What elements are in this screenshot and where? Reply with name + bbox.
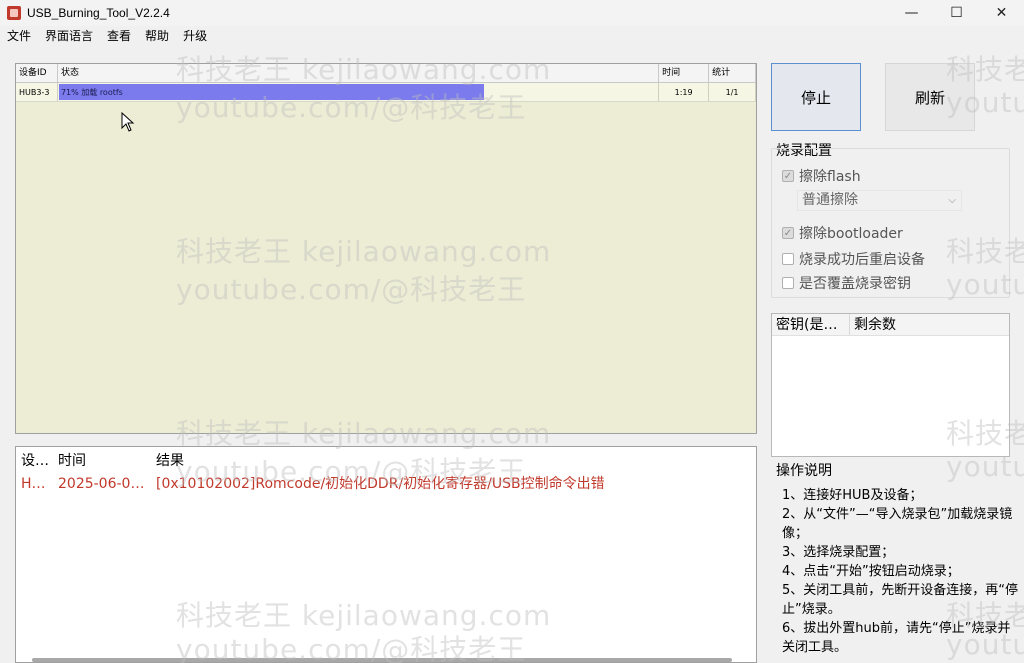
checkbox-unchecked-icon [782, 277, 794, 289]
maximize-button[interactable]: ☐ [934, 0, 979, 26]
log-time-cell: 2025-06-0… [58, 476, 145, 492]
device-id-cell: HUB3-3 [16, 83, 58, 101]
title-bar: USB_Burning_Tool_V2.2.4 — ☐ ✕ [0, 0, 1024, 26]
header-device-id[interactable]: 设备ID [16, 64, 58, 82]
instruction-item: 6、拔出外置hub前，请先“停止”烧录并关闭工具。 [782, 621, 1011, 655]
header-count[interactable]: 统计 [709, 64, 756, 82]
menu-language[interactable]: 界面语言 [38, 26, 100, 46]
overwrite-key-checkbox[interactable]: 是否覆盖烧录密钥 [782, 273, 911, 293]
header-state[interactable]: 状态 [58, 64, 660, 82]
table-row[interactable]: HUB3-3 71% 加载 rootfs 1:19 1/1 [16, 83, 757, 102]
instruction-item: 1、连接好HUB及设备； [782, 488, 923, 503]
time-cell: 1:19 [659, 83, 710, 101]
erase-flash-checkbox[interactable]: ✓ 擦除flash [782, 166, 861, 186]
reboot-after-label: 烧录成功后重启设备 [799, 252, 925, 268]
key-header-key[interactable]: 密钥(是… [772, 314, 850, 335]
log-result-cell: [0x10102002]Romcode/初始化DDR/初始化寄存器/USB控制命… [156, 476, 605, 492]
log-header: 设… 时间 结果 [16, 449, 756, 473]
device-table-header: 设备ID 状态 时间 统计 [16, 64, 756, 83]
log-header-time[interactable]: 时间 [53, 449, 151, 473]
header-time[interactable]: 时间 [659, 64, 710, 82]
log-row[interactable]: H… 2025-06-0… [0x10102002]Romcode/初始化DDR… [16, 473, 756, 495]
instruction-item: 4、点击“开始”按钮启动烧录； [782, 564, 960, 579]
progress-text: 71% 加载 rootfs [60, 88, 123, 97]
window-title: USB_Burning_Tool_V2.2.4 [27, 6, 170, 20]
chevron-down-icon: ⌵ [948, 195, 956, 206]
erase-bootloader-checkbox[interactable]: ✓ 擦除bootloader [782, 223, 903, 243]
log-device-cell: H… [21, 476, 46, 492]
erase-flash-label: 擦除flash [799, 169, 861, 185]
stop-button[interactable]: 停止 [771, 63, 861, 131]
app-icon [7, 6, 21, 20]
count-cell: 1/1 [709, 83, 757, 101]
menu-view[interactable]: 查看 [100, 26, 138, 46]
menu-upgrade[interactable]: 升级 [176, 26, 214, 46]
checkbox-checked-icon: ✓ [782, 227, 794, 239]
instruction-item: 3、选择烧录配置； [782, 545, 895, 560]
horizontal-scrollbar[interactable] [32, 658, 732, 662]
log-header-result[interactable]: 结果 [151, 449, 756, 473]
log-panel[interactable]: 设… 时间 结果 H… 2025-06-0… [0x10102002]Romco… [15, 446, 757, 663]
erase-mode-select[interactable]: 普通擦除 ⌵ [797, 190, 962, 211]
menu-file[interactable]: 文件 [0, 26, 38, 46]
erase-bootloader-label: 擦除bootloader [799, 226, 903, 242]
close-button[interactable]: ✕ [979, 0, 1024, 26]
refresh-button[interactable]: 刷新 [885, 63, 975, 131]
menu-help[interactable]: 帮助 [138, 26, 176, 46]
log-header-device[interactable]: 设… [16, 449, 53, 473]
instruction-item: 5、关闭工具前，先断开设备连接，再“停止”烧录。 [782, 583, 1019, 617]
checkbox-unchecked-icon [782, 253, 794, 265]
instruction-item: 2、从“文件”—“导入烧录包”加载烧录镜像； [782, 507, 1013, 541]
progress-cell: 71% 加载 rootfs [58, 83, 660, 101]
instructions-title: 操作说明 [776, 463, 832, 479]
key-table-header: 密钥(是… 剩余数 [772, 314, 1009, 336]
erase-mode-value: 普通擦除 [802, 192, 858, 208]
checkbox-checked-icon: ✓ [782, 170, 794, 182]
menu-bar: 文件 界面语言 查看 帮助 升级 [0, 26, 1024, 46]
mouse-cursor-icon [121, 112, 135, 132]
minimize-button[interactable]: — [889, 0, 934, 26]
reboot-after-checkbox[interactable]: 烧录成功后重启设备 [782, 249, 925, 269]
instructions-list: 1、连接好HUB及设备； 2、从“文件”—“导入烧录包”加载烧录镜像； 3、选择… [782, 486, 1022, 657]
overwrite-key-label: 是否覆盖烧录密钥 [799, 276, 911, 292]
key-table[interactable]: 密钥(是… 剩余数 [771, 313, 1010, 457]
key-header-remaining[interactable]: 剩余数 [850, 314, 1009, 335]
